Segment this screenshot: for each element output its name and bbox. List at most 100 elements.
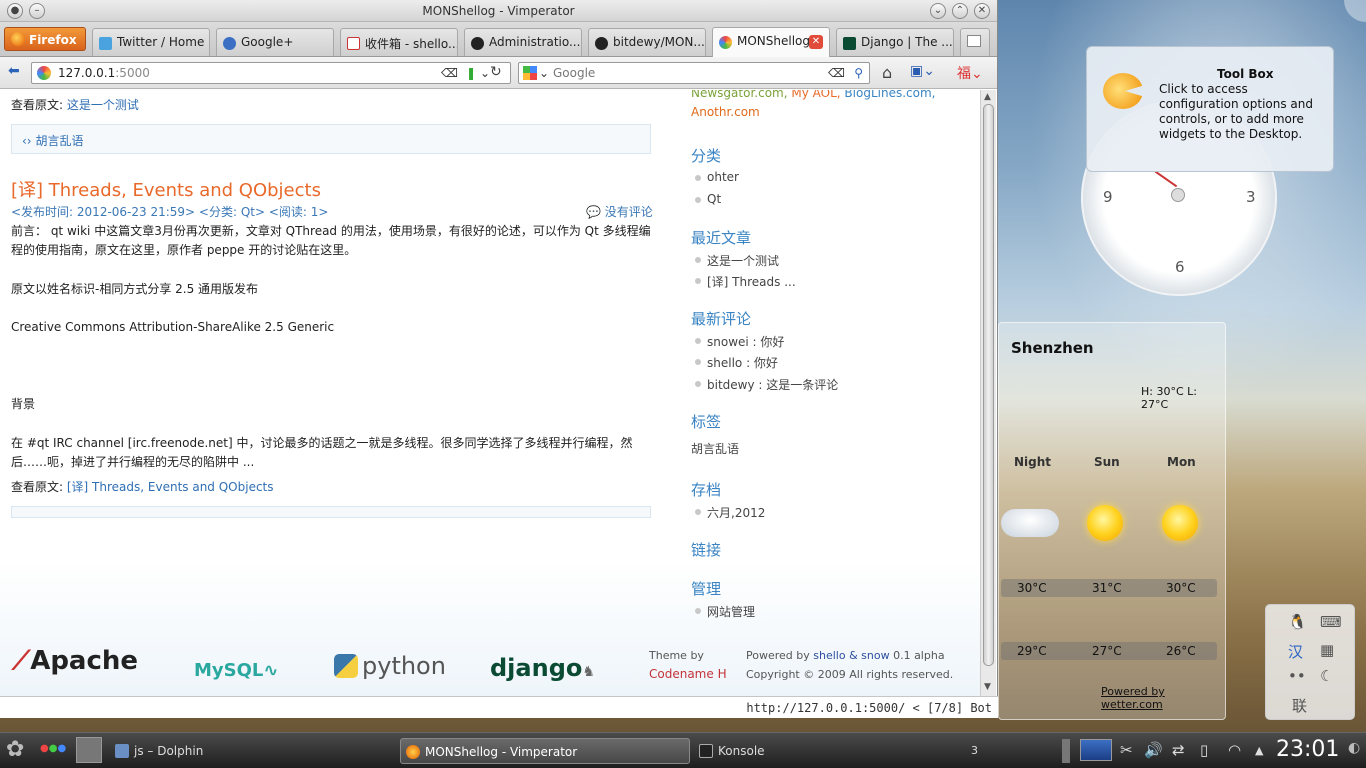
admin-link[interactable]: 网站管理 (694, 603, 755, 620)
half-width-icon[interactable]: ☾ (1320, 667, 1333, 685)
penguin-icon[interactable]: 🐧 (1288, 613, 1307, 631)
volume-icon[interactable]: 🔊 (1144, 741, 1163, 759)
tab-twitter[interactable]: Twitter / Home (92, 28, 210, 56)
feed-links: Newsgator.com, My AOL, BlogLines.com, (691, 90, 935, 100)
feed-link[interactable]: Anothr.com (691, 105, 760, 119)
clear-url-icon[interactable]: ⌫ (441, 63, 458, 83)
search-icon[interactable]: ⚲ (854, 63, 863, 83)
input-method-panel[interactable]: 🐧 ⌨ 汉 ▦ •• ☾ 联 (1265, 604, 1355, 720)
navigation-bar: ⬅ 127.0.0.1:5000 ⌫ ❚ ⌄ ↻ ⌄ Google ⌫ ⚲ ⌂ … (0, 57, 997, 89)
low-temp: 27°C (1092, 644, 1122, 658)
minimize-icon[interactable]: ⌄ (930, 3, 946, 19)
task-konsole[interactable]: Konsole 3 (694, 738, 984, 764)
activity-icon[interactable]: ●●● (40, 743, 66, 754)
usb-icon[interactable]: ⇄ (1172, 741, 1185, 759)
panel-toolbox-icon[interactable]: ◐ (1348, 740, 1360, 756)
keyboard-layout-icon[interactable]: ▦ (1320, 641, 1334, 659)
post-comments-link[interactable]: 💬 没有评论 (586, 203, 653, 220)
forecast-day: Mon (1167, 455, 1196, 469)
tab-github-repo[interactable]: bitdewy/MON... (588, 28, 706, 56)
task-vimperator[interactable]: MONShellog - Vimperator (400, 738, 690, 764)
high-temp: 30°C (1166, 581, 1196, 595)
tab-gmail[interactable]: 收件箱 - shello... (340, 28, 458, 56)
weather-provider-link[interactable]: Powered by wetter.com (1101, 685, 1225, 711)
dolphin-icon: ∿ (263, 660, 279, 681)
bookmark-icon[interactable]: ❚ (466, 63, 476, 83)
feed-link[interactable]: My AOL, (791, 90, 840, 100)
read-original-link[interactable]: [译] Threads, Events and QObjects (67, 480, 274, 494)
back-icon[interactable]: ⬅ (8, 63, 20, 79)
pager-icon[interactable] (76, 737, 102, 763)
battery-icon[interactable]: ▯ (1200, 741, 1208, 759)
search-input[interactable]: ⌄ Google ⌫ ⚲ (518, 62, 870, 84)
pony-icon: ♞ (582, 664, 595, 680)
feed-link[interactable]: BlogLines.com, (844, 90, 935, 100)
read-original-top: 查看原文: 这是一个测试 (11, 98, 139, 112)
forecast-day: Sun (1094, 455, 1120, 469)
scroll-up-icon[interactable]: ▲ (984, 92, 991, 102)
apache-feather-icon: ⟋ (12, 646, 31, 676)
recent-comments-heading: 最新评论 (691, 310, 752, 328)
han-input-icon[interactable]: 汉 (1288, 641, 1303, 662)
recent-comment-link[interactable]: bitdewy : 这是一条评论 (694, 376, 838, 393)
post-tag-box: ‹› 胡言乱语 (11, 124, 651, 154)
scrollbar-thumb[interactable] (983, 104, 994, 666)
archive-link[interactable]: 六月,2012 (694, 504, 765, 521)
python-icon (334, 654, 358, 678)
show-desktop-icon[interactable] (1080, 739, 1112, 761)
firefox-icon (11, 32, 25, 46)
extension-icon[interactable]: 福⌄ (957, 63, 983, 83)
page-scrollbar[interactable]: ▲ ▼ (980, 90, 996, 696)
tray-expand-icon[interactable]: ▲ (1255, 744, 1263, 757)
tag-link[interactable]: 胡言乱语 (691, 440, 739, 457)
tab-google-plus[interactable]: Google+ (216, 28, 334, 56)
task-dolphin[interactable]: js – Dolphin (110, 738, 394, 764)
python-logo: python (334, 652, 446, 680)
history-dropdown-icon[interactable]: ⌄ (480, 63, 490, 83)
maximize-icon[interactable]: ⌃ (952, 3, 968, 19)
recent-post-link[interactable]: 这是一个测试 (694, 252, 779, 269)
tab-monshellog[interactable]: MONShellog ✕ (712, 27, 830, 57)
category-link[interactable]: ohter (695, 170, 739, 184)
post-title[interactable]: [译] Threads, Events and QObjects (11, 176, 321, 202)
recent-comment-link[interactable]: snowei : 你好 (694, 333, 784, 350)
digital-clock[interactable]: 23:01 (1276, 737, 1339, 762)
klipper-icon[interactable]: ✂ (1120, 741, 1133, 759)
url-input[interactable]: 127.0.0.1:5000 ⌫ ❚ ⌄ (31, 62, 511, 84)
toolbox-icon (1103, 73, 1143, 109)
keyboard-icon[interactable]: ⌨ (1320, 613, 1342, 631)
feed-link[interactable]: Newsgator.com, (691, 90, 788, 100)
tab-django[interactable]: Django | The ... (836, 28, 954, 56)
recent-post-link[interactable]: [译] Threads ... (695, 273, 796, 290)
separator (1062, 739, 1070, 763)
powered-by-link[interactable]: shello & snow (813, 649, 889, 662)
new-tab-button[interactable] (960, 28, 990, 56)
association-icon[interactable]: 联 (1292, 695, 1307, 716)
wifi-icon[interactable]: ◠ (1228, 741, 1241, 759)
home-icon[interactable]: ⌂ (882, 63, 892, 82)
post-paragraph: 原文以姓名标识-相同方式分享 2.5 通用版发布 (11, 282, 259, 296)
firefox-icon (406, 745, 420, 759)
punctuation-icon[interactable]: •• (1288, 667, 1306, 685)
read-original-link[interactable]: 这是一个测试 (67, 98, 139, 112)
tab-close-icon[interactable]: ✕ (809, 35, 823, 49)
clear-search-icon[interactable]: ⌫ (828, 63, 845, 83)
category-link[interactable]: Qt (694, 192, 721, 206)
recent-comment-link[interactable]: shello : 你好 (695, 354, 778, 371)
weather-widget[interactable]: Shenzhen H: 30°C L: 27°C Night Sun Mon 3… (998, 322, 1226, 720)
toolbox-widget[interactable]: Tool Box Click to access configuration o… (1086, 46, 1334, 172)
kde-menu-icon[interactable]: ✿ (6, 737, 24, 762)
tab-github-admin[interactable]: Administratio... (464, 28, 582, 56)
codename-link[interactable]: Codename H (649, 667, 727, 681)
google-search-engine-icon[interactable] (523, 66, 537, 80)
scroll-down-icon[interactable]: ▼ (984, 682, 991, 692)
translate-icon[interactable]: ▣⌄ (910, 63, 935, 79)
close-icon[interactable]: ✕ (974, 3, 990, 19)
firefox-menu-button[interactable]: Firefox (4, 27, 86, 51)
tag-link[interactable]: 胡言乱语 (35, 134, 83, 148)
toolbox-description: Click to access configuration options an… (1159, 82, 1314, 141)
title-bar[interactable]: ● – MONShellog - Vimperator ⌄ ⌃ ✕ (0, 0, 997, 22)
reload-icon[interactable]: ↻ (490, 64, 502, 80)
engine-dropdown-icon[interactable]: ⌄ (539, 63, 549, 83)
gmail-icon (347, 37, 360, 50)
